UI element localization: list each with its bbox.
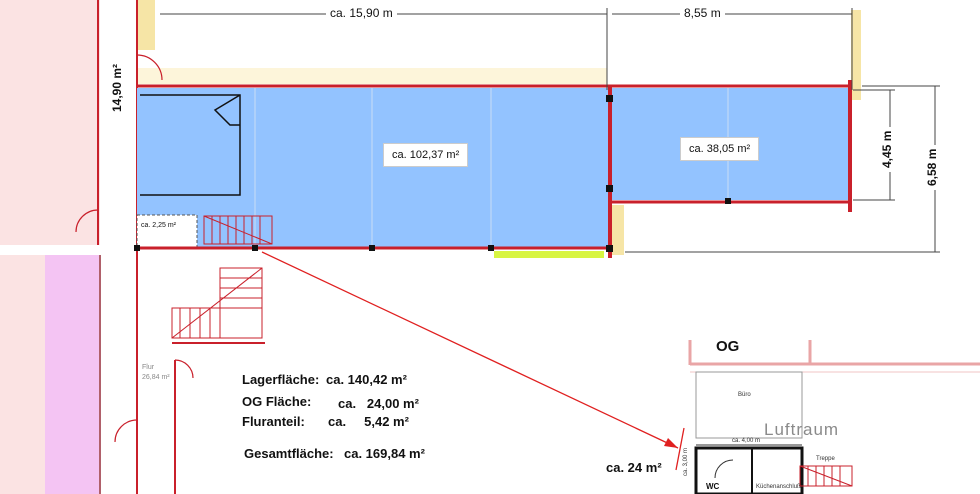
door-arc-flur [174,359,194,379]
stair-lower [171,267,263,339]
small-area-label: ca. 2,25 m² [141,222,177,229]
og-side-dim: ca. 3,00 m [683,447,689,476]
main-area-label: ca. 102,37 m² [383,143,469,167]
main-room-fill [137,88,612,248]
beige-strip-mid [137,68,607,84]
dim-height-outer: 6,58 m [925,144,939,190]
og-title: OG [716,338,740,355]
left-pale-lower [0,255,45,494]
summary-flur-label: Fluranteil: [242,414,305,429]
flur-label: Flur [142,364,155,371]
dim-height-inner: 4,45 m [880,126,894,172]
summary-lager-label: Lagerfläche: [242,372,320,387]
callout-arrowhead [664,438,678,448]
og-kueche: Küchenanschluß [756,484,801,490]
door-arc-bottom [114,419,138,443]
og-width-dim: ca. 4,00 m [732,438,761,444]
og-buero: Büro [738,392,751,398]
summary-flur-value: ca. 5,42 m² [328,414,409,429]
left-pale-column [0,0,100,245]
og-luftraum: Luftraum [764,420,840,439]
og-wc: WC [706,482,720,491]
flur-area: 26,84 m² [142,374,170,381]
summary-og-value: ca. 24,00 m² [338,396,419,411]
beige-strip-bottom [612,205,624,255]
og-mini-plan [688,340,980,494]
summary-gesamt-label: Gesamtfläche: [244,446,334,461]
og-treppe: Treppe [816,456,835,462]
summary-gesamt-value: ca. 169,84 m² [344,446,425,461]
summary-og-label: OG Fläche: [242,394,312,409]
dim-length-side: 8,55 m [680,6,725,20]
summary-lager-value: ca. 140,42 m² [326,372,407,387]
pink-room [45,255,100,494]
side-area-label: ca. 38,05 m² [680,137,760,161]
callout-arrow [261,251,679,449]
og-area-callout: ca. 24 m² [606,460,662,475]
dim-length-main: ca. 15,90 m [326,6,397,20]
small-room [136,214,198,249]
beige-strip-top [137,0,155,50]
left-room-area: 14,90 m² [110,63,124,112]
lime-strip [494,251,604,258]
